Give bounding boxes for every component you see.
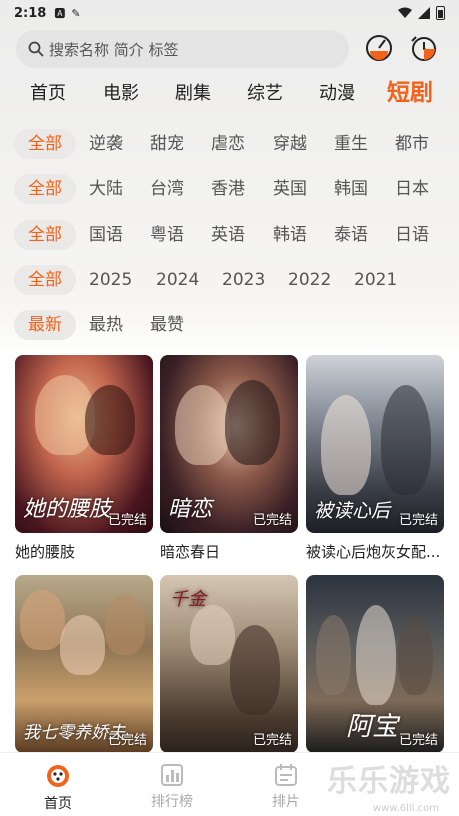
filter-chip[interactable]: 都市 xyxy=(395,129,429,159)
genre-filter-row: 全部 逆袭 甜宠 虐恋 穿越 重生 都市 xyxy=(0,129,459,161)
search-row: 搜索名称 简介 标签 xyxy=(16,30,443,68)
nav-label: 排片 xyxy=(272,794,300,810)
filter-chip[interactable]: 韩语 xyxy=(273,220,307,250)
wifi-icon xyxy=(398,7,412,18)
filter-chip[interactable]: 虐恋 xyxy=(211,129,245,159)
home-icon xyxy=(47,765,69,787)
search-placeholder: 搜索名称 简介 标签 xyxy=(49,40,179,59)
region-filter-row: 全部 大陆 台湾 香港 英国 韩国 日本 xyxy=(0,174,459,206)
filter-chip[interactable]: 全部 xyxy=(14,174,76,204)
filter-chip[interactable]: 重生 xyxy=(334,129,368,159)
poster-image: 我七零养娇夫 已完结 xyxy=(15,575,153,753)
filter-chip[interactable]: 韩国 xyxy=(334,174,368,204)
battery-icon xyxy=(436,6,445,20)
filter-chip[interactable]: 台湾 xyxy=(150,174,184,204)
drama-card[interactable]: 阿宝 已完结 xyxy=(306,575,444,753)
tab-anime[interactable]: 动漫 xyxy=(319,78,355,110)
filter-chip[interactable]: 2022 xyxy=(288,265,331,295)
tab-home[interactable]: 首页 xyxy=(30,78,66,110)
filter-chip[interactable]: 2021 xyxy=(354,265,397,295)
filter-chip[interactable]: 甜宠 xyxy=(150,129,184,159)
poster-title-art: 她的腰肢 xyxy=(23,497,112,522)
drama-card[interactable]: 我七零养娇夫 已完结 xyxy=(15,575,153,753)
drama-card[interactable]: 她的腰肢 已完结 她的腰肢 xyxy=(15,355,153,562)
poster-title-art: 阿宝 xyxy=(346,712,399,742)
filter-chip[interactable]: 日语 xyxy=(395,220,429,250)
filter-chip[interactable]: 穿越 xyxy=(273,129,307,159)
poster-title-art: 暗恋 xyxy=(168,497,213,522)
signal-icon xyxy=(418,7,430,19)
nav-home[interactable]: 首页 xyxy=(18,763,98,813)
filter-chip[interactable]: 2023 xyxy=(222,265,265,295)
status-badge: 已完结 xyxy=(107,513,147,528)
filter-chip[interactable]: 国语 xyxy=(89,220,123,250)
poster-image: 千金 已完结 xyxy=(160,575,298,753)
calendar-icon xyxy=(275,764,297,786)
card-title: 暗恋春日 xyxy=(160,543,221,561)
language-filter-row: 全部 国语 粤语 英语 韩语 泰语 日语 xyxy=(0,220,459,252)
drama-card[interactable]: 千金 已完结 xyxy=(160,575,298,753)
status-badge: 已完结 xyxy=(398,733,438,748)
sort-chip[interactable]: 最热 xyxy=(89,310,123,340)
nav-ranking[interactable]: 排行榜 xyxy=(132,763,212,811)
nav-label: 首页 xyxy=(44,796,72,812)
status-badge: 已完结 xyxy=(398,513,438,528)
status-badge: 已完结 xyxy=(252,513,292,528)
filter-chip[interactable]: 逆袭 xyxy=(89,129,123,159)
poster-image: 阿宝 已完结 xyxy=(306,575,444,753)
sort-chip[interactable]: 最赞 xyxy=(150,310,184,340)
filter-chip[interactable]: 全部 xyxy=(14,265,76,295)
nav-schedule[interactable]: 排片 xyxy=(246,763,326,811)
nav-label: 排行榜 xyxy=(151,794,193,810)
tab-series[interactable]: 剧集 xyxy=(175,78,211,110)
status-badge: 已完结 xyxy=(107,733,147,748)
search-icon xyxy=(28,41,44,57)
tab-variety[interactable]: 综艺 xyxy=(247,78,283,110)
poster-title-art: 千金 xyxy=(170,589,206,610)
poster-title-art: 被读心后 xyxy=(314,500,391,522)
filter-chip[interactable]: 2025 xyxy=(89,265,132,295)
tab-short-drama[interactable]: 短剧 xyxy=(387,77,433,109)
filter-chip[interactable]: 英国 xyxy=(273,174,307,204)
filter-chip[interactable]: 英语 xyxy=(211,220,245,250)
a-icon: 🅰 xyxy=(54,7,66,20)
filter-chip[interactable]: 全部 xyxy=(14,129,76,159)
filter-chip[interactable]: 2024 xyxy=(156,265,199,295)
filter-chip[interactable]: 泰语 xyxy=(334,220,368,250)
drama-card[interactable]: 暗恋 已完结 暗恋春日 xyxy=(160,355,298,562)
sort-chip[interactable]: 最新 xyxy=(14,310,76,340)
filter-chip[interactable]: 粤语 xyxy=(150,220,184,250)
status-bar: 2:18 🅰 ✎ xyxy=(0,0,459,26)
filter-chip[interactable]: 大陆 xyxy=(89,174,123,204)
status-badge: 已完结 xyxy=(252,733,292,748)
drama-card[interactable]: 被读心后 已完结 被读心后炮灰女配... xyxy=(306,355,444,562)
poster-image: 她的腰肢 已完结 xyxy=(15,355,153,533)
search-input[interactable]: 搜索名称 简介 标签 xyxy=(16,30,349,68)
watermark-logo: 乐乐游戏 xyxy=(327,764,451,799)
poster-image: 暗恋 已完结 xyxy=(160,355,298,533)
card-title: 她的腰肢 xyxy=(15,543,76,561)
sort-filter-row: 最新 最热 最赞 xyxy=(0,310,459,342)
watermark-url: www.6lll.com xyxy=(372,803,439,814)
notification-icon: ✎ xyxy=(71,6,81,20)
chart-icon xyxy=(161,764,183,786)
filter-chip[interactable]: 日本 xyxy=(395,174,429,204)
bottom-nav: 首页 排行榜 排片 乐乐游戏 www.6lll.com xyxy=(0,752,459,816)
poster-image: 被读心后 已完结 xyxy=(306,355,444,533)
ranking-icon[interactable] xyxy=(364,33,394,63)
filter-chip[interactable]: 香港 xyxy=(211,174,245,204)
tab-movies[interactable]: 电影 xyxy=(103,78,139,110)
filter-chip[interactable]: 全部 xyxy=(14,220,76,250)
category-tabs: 首页 电影 剧集 综艺 动漫 短剧 xyxy=(0,78,459,112)
card-title: 被读心后炮灰女配... xyxy=(306,543,441,561)
status-time: 2:18 xyxy=(14,5,47,21)
year-filter-row: 全部 2025 2024 2023 2022 2021 xyxy=(0,265,459,297)
history-icon[interactable] xyxy=(409,33,439,63)
